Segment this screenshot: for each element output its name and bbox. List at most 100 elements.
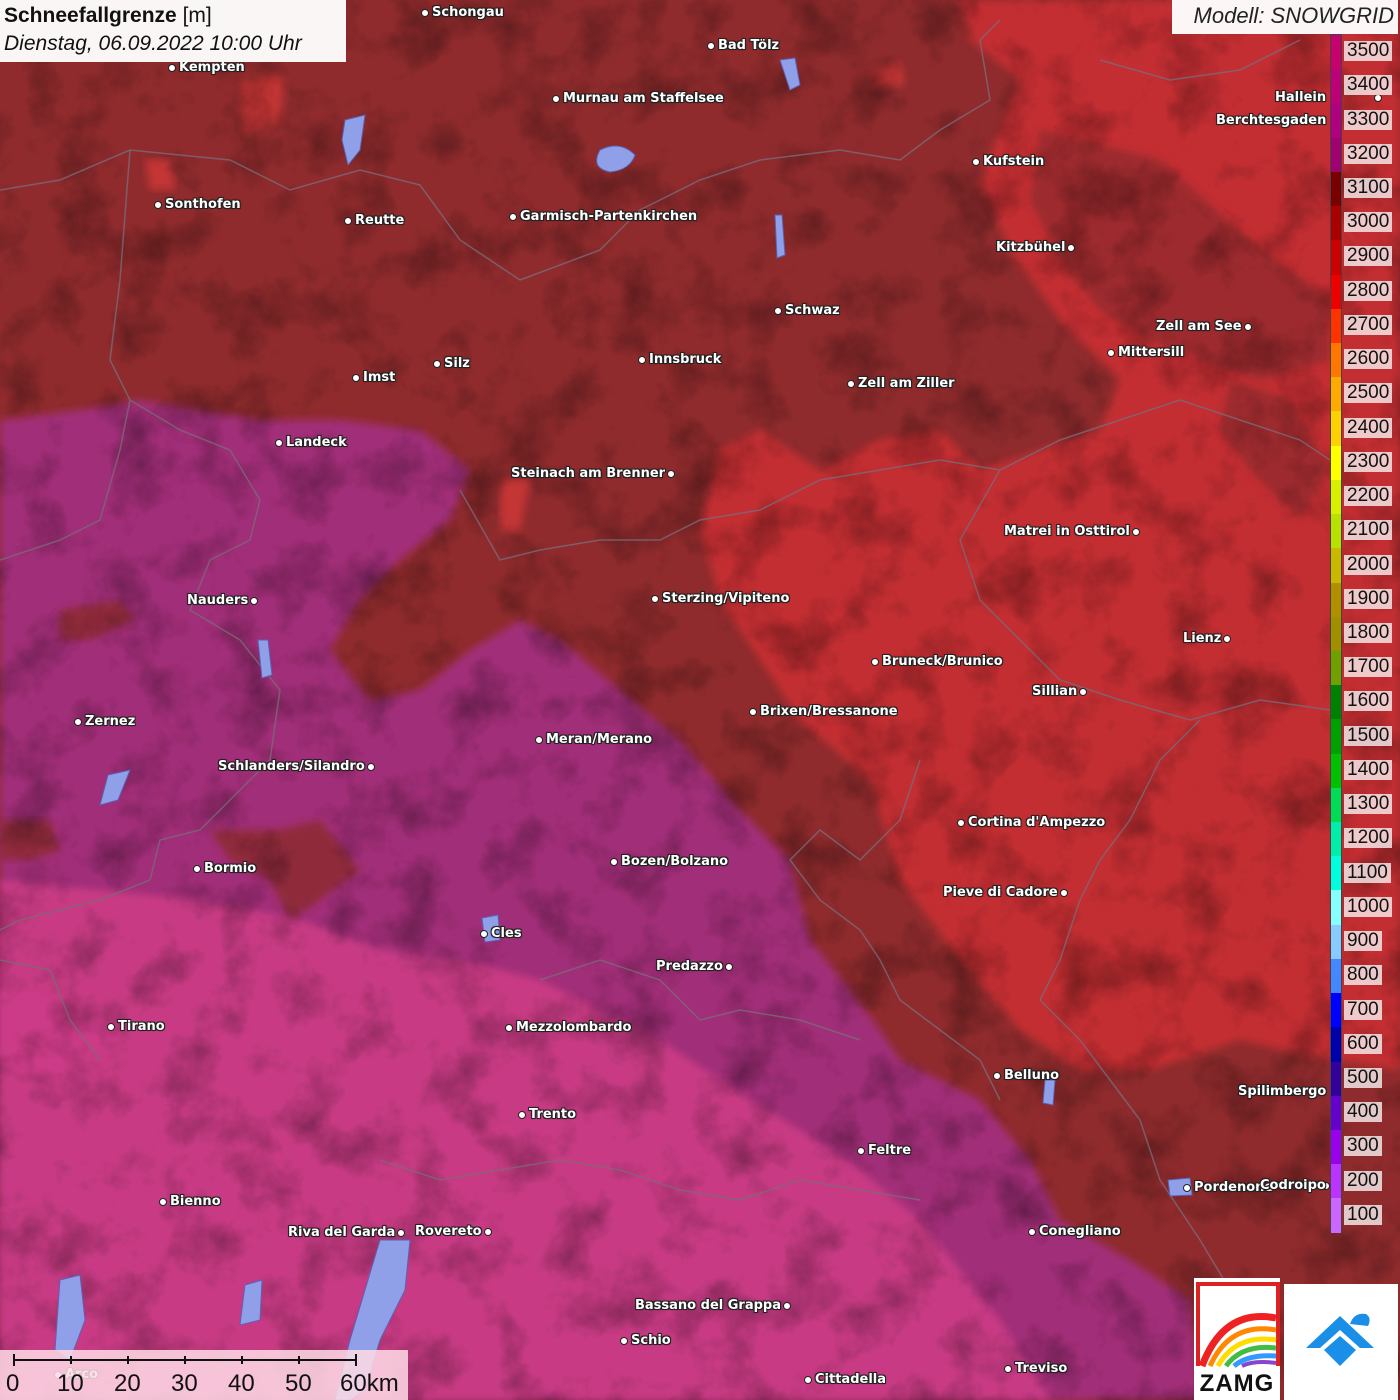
city-dot[interactable] [667,470,675,478]
city-dot[interactable] [275,439,283,447]
city-label[interactable]: Bruneck/Brunico [882,654,1003,669]
city-label[interactable]: Cortina d'Ampezzo [968,815,1105,830]
city-dot[interactable] [1028,1228,1036,1236]
city-dot[interactable] [397,1229,405,1237]
city-label[interactable]: Matrei in Osttirol [1004,524,1130,539]
city-label[interactable]: Pieve di Cadore [943,885,1058,900]
city-dot[interactable] [505,1024,513,1032]
city-dot[interactable] [421,9,429,17]
city-dot[interactable] [707,42,715,50]
city-dot[interactable] [804,1376,812,1384]
snowfall-limit-map[interactable]: Schongau Bad Tölz Kempten Murnau am Staffel… [0,0,1400,1400]
city-dot[interactable] [957,819,965,827]
city-label[interactable]: Landeck [286,435,347,450]
city-label[interactable]: Zell am Ziller [858,376,955,391]
city-dot[interactable] [651,595,659,603]
city-label[interactable]: Sillian [1032,684,1077,699]
city-label[interactable]: Lienz [1183,631,1221,646]
city-label[interactable]: Bienno [170,1194,221,1209]
city-label[interactable]: Silz [444,356,470,371]
city-label[interactable]: Kempten [179,60,245,75]
city-label[interactable]: Bozen/Bolzano [621,854,728,869]
city-label[interactable]: Garmisch-Partenkirchen [520,209,697,224]
city-label[interactable]: Mezzolombardo [516,1020,631,1035]
city-dot[interactable] [352,374,360,382]
city-dot[interactable] [168,64,176,72]
city-label[interactable]: Berchtesgaden [1216,113,1326,128]
city-dot[interactable] [367,763,375,771]
city-dot[interactable] [250,597,258,605]
city-dot[interactable] [857,1147,865,1155]
city-dot[interactable] [774,307,782,315]
city-label[interactable]: Zernez [85,714,135,729]
city-dot[interactable] [638,356,646,364]
city-dot[interactable] [610,858,618,866]
city-label[interactable]: Steinach am Brenner [511,466,665,481]
city-label[interactable]: Bormio [204,861,256,876]
city-dot[interactable] [552,95,560,103]
city-dot[interactable] [535,736,543,744]
city-dot[interactable] [1244,323,1252,331]
city-dot[interactable] [1183,1184,1191,1192]
city-label[interactable]: Feltre [868,1143,911,1158]
city-label[interactable]: Predazzo [656,959,723,974]
city-label[interactable]: Reutte [355,213,404,228]
city-dot[interactable] [480,930,488,938]
city-dot[interactable] [1079,688,1087,696]
city-dot[interactable] [193,865,201,873]
city-dot[interactable] [1067,244,1075,252]
city-label[interactable]: Nauders [187,593,248,608]
city-dot[interactable] [1060,889,1068,897]
city-dot[interactable] [1132,528,1140,536]
city-label[interactable]: Meran/Merano [546,732,652,747]
city-label[interactable]: Innsbruck [649,352,721,367]
city-label[interactable]: Belluno [1004,1068,1059,1083]
city-dot[interactable] [725,963,733,971]
city-label[interactable]: Imst [363,370,395,385]
city-label[interactable]: Trento [529,1107,576,1122]
city-dot[interactable] [154,201,162,209]
city-label[interactable]: Zell am See [1156,319,1242,334]
city-label[interactable]: Sonthofen [165,197,241,212]
city-label[interactable]: Bad Tölz [718,38,779,53]
city-dot[interactable] [972,158,980,166]
city-dot[interactable] [1223,635,1231,643]
city-dot[interactable] [1004,1365,1012,1373]
city-label[interactable]: Schlanders/Silandro [218,759,365,774]
city-dot[interactable] [484,1228,492,1236]
city-label[interactable]: Riva del Garda [288,1225,395,1240]
city-label[interactable]: Rovereto [415,1224,482,1239]
city-label[interactable]: Brixen/Bressanone [760,704,898,719]
city-label[interactable]: Treviso [1015,1361,1067,1376]
city-label[interactable]: Schongau [432,5,504,20]
app-logo[interactable] [1284,1284,1398,1400]
city-label[interactable]: Kufstein [983,154,1044,169]
city-dot[interactable] [1107,349,1115,357]
city-dot[interactable] [159,1198,167,1206]
city-label[interactable]: Schio [631,1333,671,1348]
city-label[interactable]: Cittadella [815,1372,886,1387]
city-dot[interactable] [749,708,757,716]
zamg-logo[interactable]: ZAMG [1194,1278,1280,1400]
city-label[interactable]: Murnau am Staffelsee [563,91,724,106]
city-label[interactable]: Tirano [118,1019,165,1034]
city-dot[interactable] [993,1072,1001,1080]
city-dot[interactable] [433,360,441,368]
city-dot[interactable] [74,718,82,726]
city-dot[interactable] [620,1337,628,1345]
city-label[interactable]: Schwaz [785,303,840,318]
city-dot[interactable] [871,658,879,666]
city-dot[interactable] [107,1023,115,1031]
city-dot[interactable] [509,213,517,221]
city-label[interactable]: Bassano del Grappa [635,1298,781,1313]
city-label[interactable]: Codroipo [1260,1178,1326,1193]
city-label[interactable]: Mittersill [1118,345,1184,360]
city-label[interactable]: Hallein [1275,90,1326,105]
city-label[interactable]: Spilimbergo [1238,1084,1326,1099]
city-label[interactable]: Cles [491,926,522,941]
city-dot[interactable] [344,217,352,225]
city-label[interactable]: Conegliano [1039,1224,1121,1239]
city-label[interactable]: Kitzbühel [996,240,1065,255]
city-label[interactable]: Sterzing/Vipiteno [662,591,789,606]
city-dot[interactable] [847,380,855,388]
